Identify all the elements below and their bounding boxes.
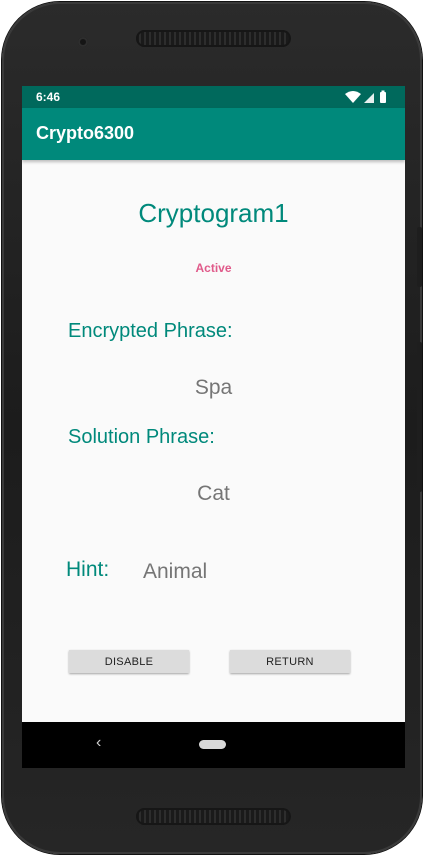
encrypted-phrase-label: Encrypted Phrase: <box>68 320 233 342</box>
return-button[interactable]: RETURN <box>230 650 350 673</box>
app-title: Crypto6300 <box>36 123 135 143</box>
power-button <box>417 342 422 492</box>
bottom-speaker <box>136 808 291 825</box>
home-pill-icon[interactable] <box>199 740 226 749</box>
status-icons <box>345 90 386 103</box>
screen: 6:46 Crypto6300 Cryptogram1 Active Encry… <box>22 86 405 768</box>
cryptogram-details: Cryptogram1 Active Encrypted Phrase: Spa… <box>22 160 405 722</box>
front-camera <box>78 37 88 47</box>
wifi-icon <box>345 91 361 103</box>
hint-value: Animal <box>143 560 208 583</box>
status-bar: 6:46 <box>22 86 405 108</box>
status-time: 6:46 <box>36 90 61 104</box>
back-icon[interactable]: ‹ <box>96 734 101 752</box>
hint-label: Hint: <box>66 558 110 581</box>
encrypted-phrase-value: Spa <box>194 376 233 399</box>
top-speaker <box>136 30 291 47</box>
signal-icon <box>364 93 374 103</box>
navigation-bar: ‹ <box>22 722 405 768</box>
cryptogram-title: Cryptogram1 <box>138 198 289 228</box>
volume-button <box>417 227 422 287</box>
disable-button[interactable]: DISABLE <box>69 650 189 673</box>
solution-phrase-value: Cat <box>197 482 230 505</box>
solution-phrase-label: Solution Phrase: <box>68 426 215 448</box>
status-badge: Active <box>195 261 232 275</box>
app-bar: Crypto6300 <box>22 108 405 160</box>
phone-frame: 6:46 Crypto6300 Cryptogram1 Active Encry… <box>2 2 422 854</box>
battery-icon <box>380 92 386 103</box>
